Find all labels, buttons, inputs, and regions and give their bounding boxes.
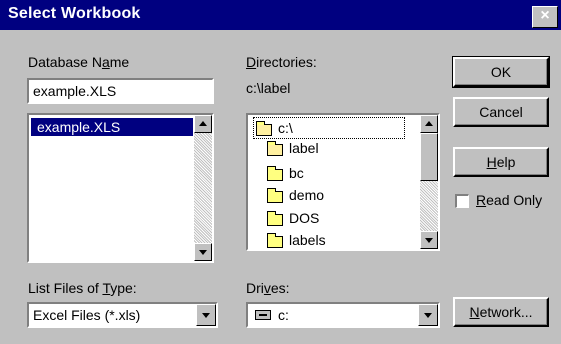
file-list-scrollbar[interactable]	[194, 115, 212, 261]
network-button[interactable]: Network...	[453, 297, 549, 327]
tree-item-dos[interactable]: DOS	[289, 210, 319, 226]
tree-item-root[interactable]: c:\	[278, 120, 293, 136]
open-folder-icon	[267, 141, 283, 156]
title-bar: Select Workbook ×	[0, 0, 561, 30]
up-arrow-icon	[425, 121, 433, 126]
scroll-up-button[interactable]	[194, 115, 212, 133]
drives-label: Drives:	[246, 280, 290, 296]
scroll-thumb[interactable]	[420, 133, 438, 181]
directory-tree[interactable]: c:\ label bc demo DOS labels	[246, 113, 440, 251]
tree-item-demo[interactable]: demo	[289, 187, 324, 203]
tree-item-label[interactable]: label	[289, 140, 319, 156]
database-name-value: example.XLS	[33, 83, 117, 99]
down-arrow-icon	[425, 238, 433, 243]
help-button[interactable]: Help	[453, 147, 549, 177]
read-only-checkbox[interactable]	[455, 194, 469, 208]
directories-label: Directories:	[246, 54, 317, 70]
open-folder-icon	[256, 121, 272, 136]
chevron-down-icon	[202, 313, 210, 318]
tree-item-bc[interactable]: bc	[289, 165, 304, 181]
directory-scrollbar[interactable]	[420, 115, 438, 249]
dialog-title: Select Workbook	[8, 5, 141, 22]
drives-dropdown-button[interactable]	[418, 304, 438, 326]
database-name-label: Database Name	[28, 54, 130, 70]
up-arrow-icon	[199, 121, 207, 126]
scroll-down-button[interactable]	[194, 243, 212, 261]
down-arrow-icon	[199, 250, 207, 255]
tree-item-labels[interactable]: labels	[289, 232, 326, 248]
close-button[interactable]: ×	[532, 6, 558, 28]
folder-icon	[267, 166, 283, 181]
file-type-dropdown-button[interactable]	[196, 304, 216, 326]
ok-button[interactable]: OK	[452, 56, 550, 88]
drives-select[interactable]: c:	[246, 302, 440, 328]
file-type-label: List Files of Type:	[28, 280, 137, 296]
drive-icon	[255, 310, 271, 320]
current-directory: c:\label	[246, 80, 291, 96]
file-item-label: example.XLS	[37, 119, 121, 135]
folder-icon	[267, 188, 283, 203]
read-only-label[interactable]: Read Only	[476, 192, 542, 208]
cancel-button[interactable]: Cancel	[453, 97, 549, 127]
database-name-field[interactable]: example.XLS	[27, 78, 214, 104]
scroll-down-button[interactable]	[420, 231, 438, 249]
file-list[interactable]: example.XLS	[27, 113, 214, 263]
chevron-down-icon	[424, 313, 432, 318]
file-type-value: Excel Files (*.xls)	[33, 307, 141, 323]
scroll-up-button[interactable]	[420, 115, 438, 133]
file-type-select[interactable]: Excel Files (*.xls)	[27, 302, 218, 328]
tree-item-focus	[253, 117, 405, 139]
folder-icon	[267, 211, 283, 226]
list-item[interactable]: example.XLS	[31, 118, 193, 136]
drives-value: c:	[278, 307, 289, 323]
folder-icon	[267, 233, 283, 248]
